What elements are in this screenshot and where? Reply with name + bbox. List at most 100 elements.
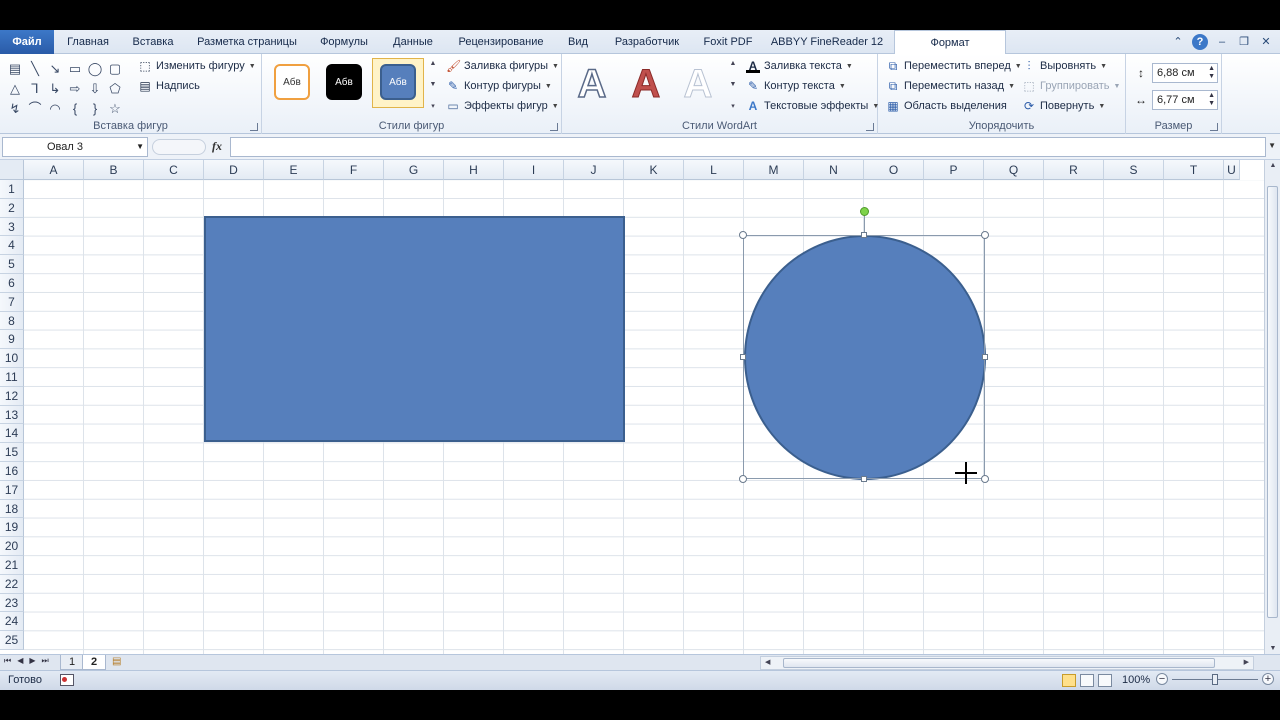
row-header[interactable]: 3 (0, 217, 24, 237)
next-sheet-icon[interactable]: ▶ (29, 656, 35, 666)
textbox-shape-icon[interactable]: ▤ (6, 59, 24, 78)
tab-formulas[interactable]: Формулы (312, 30, 376, 54)
row-header[interactable]: 1 (0, 180, 24, 199)
textbox-button[interactable]: ▤ Надпись (138, 79, 199, 93)
elbow-arrow-icon[interactable]: ↳ (46, 79, 64, 98)
shape-gallery[interactable]: ▤ ╲ ↘ ▭ ◯ ▢ △ ⅂ ↳ ⇨ ⇩ ⬠ ↯ ⌒ ◠ { } ☆ (6, 59, 130, 118)
down-arrow-shape-icon[interactable]: ⇩ (86, 79, 104, 98)
minimize-icon[interactable]: – (1214, 34, 1230, 50)
gallery-down-icon[interactable]: ▼ (428, 81, 438, 88)
name-box[interactable]: Овал 3 ▼ (2, 137, 148, 157)
scroll-down-icon[interactable]: ▼ (1265, 645, 1280, 652)
prev-sheet-icon[interactable]: ◀ (17, 656, 23, 666)
resize-handle-top[interactable] (861, 232, 867, 238)
curve-icon[interactable]: ⌒ (26, 99, 44, 118)
collapse-ribbon-icon[interactable]: ⌃ (1170, 34, 1186, 50)
vertical-scrollbar[interactable]: ▲ ▼ (1264, 160, 1280, 654)
tab-format[interactable]: Формат (894, 30, 1006, 55)
normal-view-icon[interactable] (1062, 674, 1076, 687)
shape-fill-button[interactable]: 🖌 Заливка фигуры ▼ (446, 59, 559, 73)
tab-abbyy[interactable]: ABBYY FineReader 12 (766, 30, 888, 54)
record-macro-icon[interactable] (60, 674, 74, 686)
worksheet-grid[interactable]: ABCDEFGHIJKLMNOPQRSTU 1 2 3 4 5 6 7 8 9 10 11 12 13 1… (0, 160, 1280, 654)
tab-page-layout[interactable]: Разметка страницы (188, 30, 306, 54)
arrow-line-shape-icon[interactable]: ↘ (46, 59, 64, 78)
shape-height-input[interactable]: 6,88 см ▲ ▼ (1152, 63, 1218, 83)
rotate-button[interactable]: ⟳ Повернуть ▼ (1022, 99, 1105, 113)
dialog-launcher-icon[interactable] (250, 123, 258, 131)
column-header[interactable]: H (444, 160, 504, 180)
column-header[interactable]: A (24, 160, 84, 180)
row-header[interactable]: 24 (0, 612, 24, 632)
row-header[interactable]: 5 (0, 255, 24, 274)
first-sheet-icon[interactable]: ⏮ (4, 656, 11, 666)
page-break-view-icon[interactable] (1098, 674, 1112, 687)
row-header[interactable]: 16 (0, 462, 24, 481)
column-header[interactable]: O (864, 160, 924, 180)
tab-developer[interactable]: Разработчик (604, 30, 690, 54)
column-header[interactable]: C (144, 160, 204, 180)
formula-input[interactable] (230, 137, 1266, 157)
text-fill-button[interactable]: A Заливка текста ▼ (746, 59, 853, 73)
gallery-more-icon[interactable]: ▾ (428, 102, 438, 110)
edit-shape-button[interactable]: ⬚ Изменить фигуру ▼ (138, 59, 255, 73)
horizontal-scrollbar[interactable]: ◀ ▶ (760, 656, 1254, 670)
shape-outline-button[interactable]: ✎ Контур фигуры ▼ (446, 79, 552, 93)
column-header[interactable]: M (744, 160, 804, 180)
insert-sheet-icon[interactable]: ▤ (112, 656, 128, 669)
column-header[interactable]: P (924, 160, 984, 180)
column-header[interactable]: N (804, 160, 864, 180)
left-brace-icon[interactable]: { (66, 99, 84, 118)
column-header[interactable]: S (1104, 160, 1164, 180)
row-header[interactable]: 4 (0, 236, 24, 256)
row-header[interactable]: 8 (0, 311, 24, 331)
row-header[interactable]: 15 (0, 443, 24, 462)
star-shape-icon[interactable]: ☆ (106, 99, 124, 118)
shape-effects-button[interactable]: ▭ Эффекты фигур ▼ (446, 99, 558, 113)
insert-function-button[interactable]: fx (212, 139, 222, 154)
column-header[interactable]: R (1044, 160, 1104, 180)
freeform-icon[interactable]: ↯ (6, 99, 24, 118)
text-effects-button[interactable]: A Текстовые эффекты ▼ (746, 99, 880, 113)
resize-handle-bottom[interactable] (861, 476, 867, 482)
column-header[interactable]: B (84, 160, 144, 180)
row-header[interactable]: 9 (0, 330, 24, 350)
column-header[interactable]: K (624, 160, 684, 180)
row-header[interactable]: 11 (0, 368, 24, 387)
column-header[interactable]: T (1164, 160, 1224, 180)
page-layout-view-icon[interactable] (1080, 674, 1094, 687)
row-header[interactable]: 20 (0, 537, 24, 556)
row-header[interactable]: 12 (0, 386, 24, 406)
width-spinner-icon[interactable]: ▲ ▼ (1208, 92, 1215, 108)
zoom-knob[interactable] (1212, 674, 1218, 685)
row-header[interactable]: 23 (0, 593, 24, 613)
align-button[interactable]: ⫶ Выровнять ▼ (1022, 59, 1107, 73)
dialog-launcher-icon[interactable] (550, 123, 558, 131)
scroll-up-icon[interactable]: ▲ (1265, 162, 1280, 169)
resize-handle-top-left[interactable] (739, 231, 747, 239)
dialog-launcher-icon[interactable] (1210, 123, 1218, 131)
row-header[interactable]: 10 (0, 349, 24, 368)
oval-shape-icon[interactable]: ◯ (86, 59, 104, 78)
rotate-handle[interactable] (860, 207, 869, 216)
column-header[interactable]: J (564, 160, 624, 180)
shape-styles-gallery-scroll[interactable]: ▲ ▼ ▾ (428, 60, 438, 110)
gallery-up-icon[interactable]: ▲ (728, 60, 738, 67)
sheet-tab-2[interactable]: 2 (82, 655, 107, 670)
elbow-connector-icon[interactable]: ⅂ (26, 79, 44, 98)
scroll-right-icon[interactable]: ▶ (1244, 657, 1249, 669)
shape-style-blue-fill[interactable]: Абв (380, 64, 416, 100)
gallery-more-icon[interactable]: ▾ (728, 102, 738, 110)
row-header[interactable]: 21 (0, 556, 24, 575)
column-header[interactable]: I (504, 160, 564, 180)
right-arrow-shape-icon[interactable]: ⇨ (66, 79, 84, 98)
row-header[interactable]: 25 (0, 631, 24, 650)
resize-handle-top-right[interactable] (981, 231, 989, 239)
scroll-left-icon[interactable]: ◀ (765, 657, 770, 669)
zoom-in-icon[interactable]: + (1262, 673, 1274, 685)
shape-style-black-fill[interactable]: Абв (326, 64, 362, 100)
column-header[interactable]: D (204, 160, 264, 180)
column-header[interactable]: F (324, 160, 384, 180)
help-icon[interactable]: ? (1192, 34, 1208, 50)
pentagon-shape-icon[interactable]: ⬠ (106, 79, 124, 98)
